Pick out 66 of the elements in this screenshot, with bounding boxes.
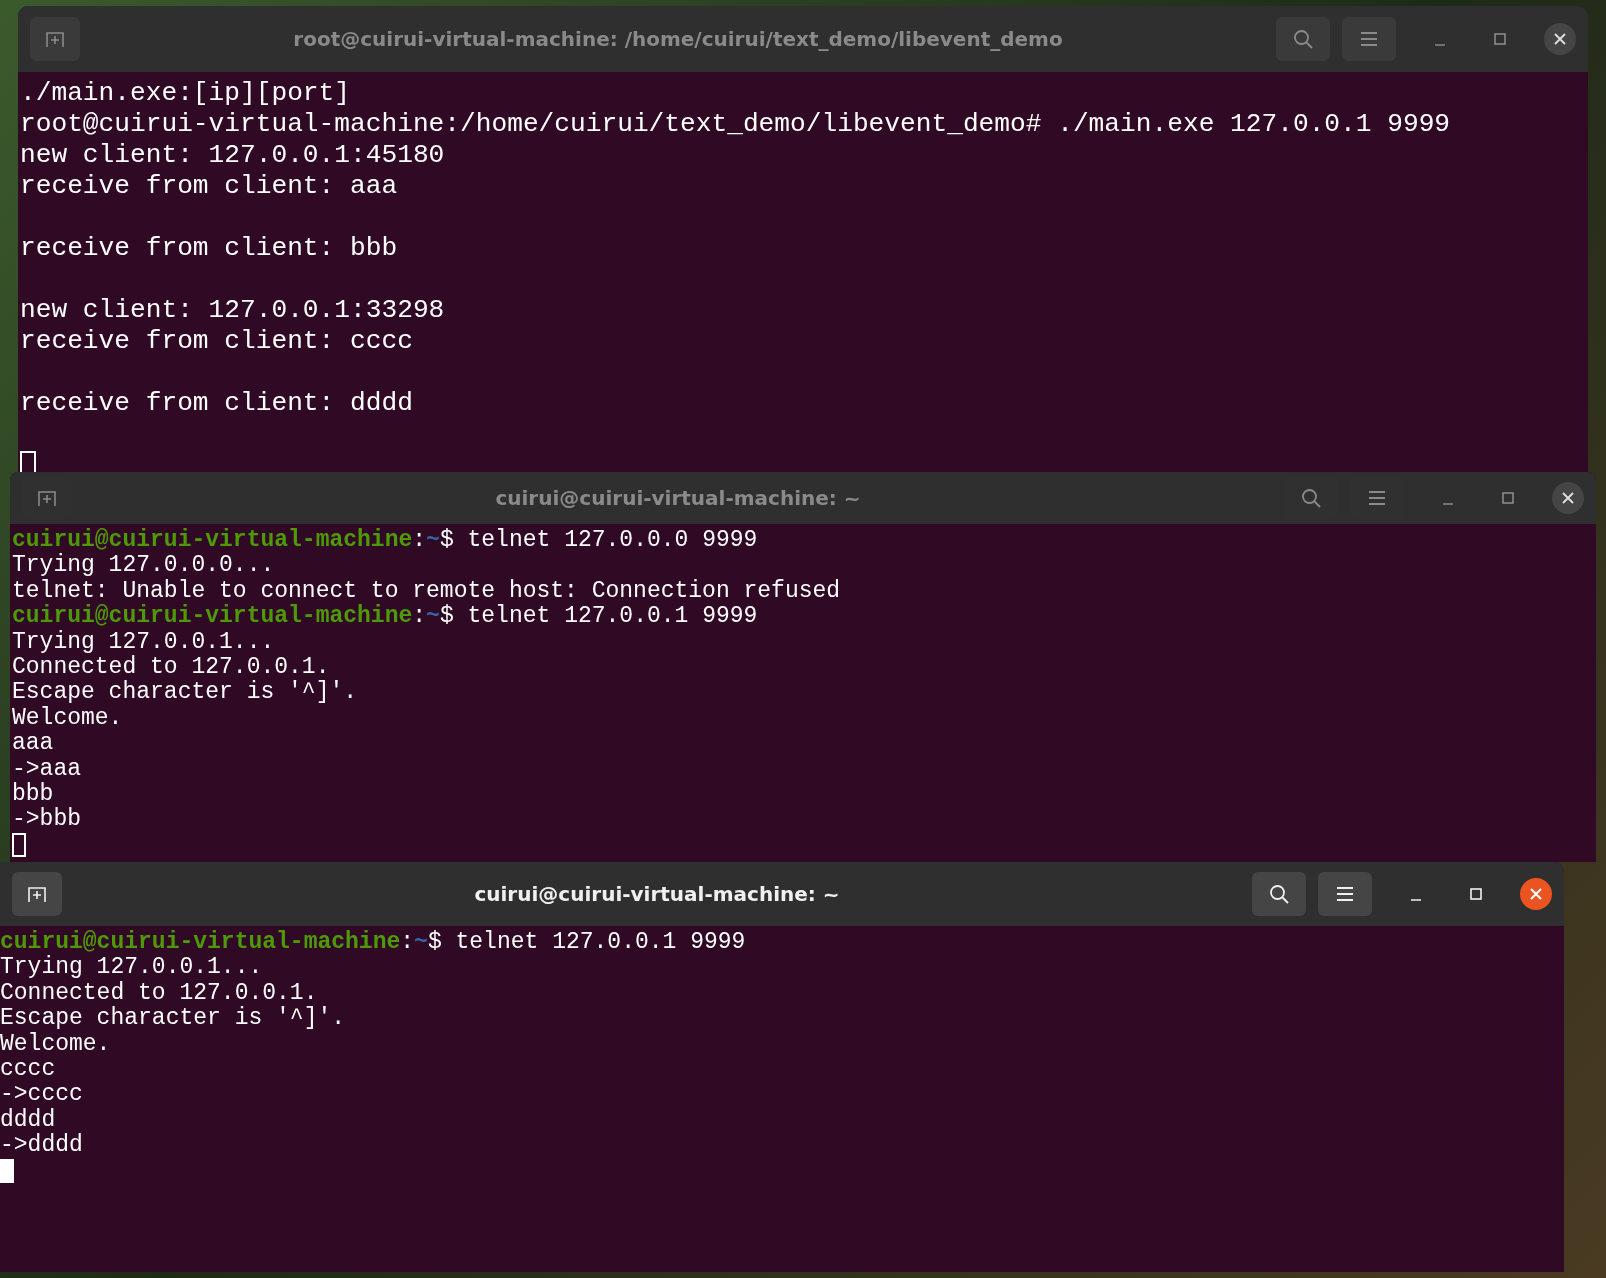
prompt-separator: : <box>400 929 415 955</box>
output-line: Connected to 127.0.0.1. <box>0 980 319 1006</box>
output-line: Escape character is '^]'. <box>0 1006 347 1032</box>
output-line: ->aaa <box>12 756 82 782</box>
close-icon <box>1553 32 1567 46</box>
close-icon <box>1561 491 1575 505</box>
output-line: new client: 127.0.0.1:33298 <box>20 295 446 326</box>
menu-button[interactable] <box>1318 872 1372 916</box>
output-line: bbb <box>12 782 54 808</box>
output-line: Welcome. <box>0 1031 112 1058</box>
menu-icon <box>1359 31 1379 47</box>
output-line: Trying 127.0.0.0... <box>12 553 276 579</box>
close-icon <box>1529 887 1543 901</box>
window-title: root@cuirui-virtual-machine: /home/cuirui/text_demo/libevent_demo <box>292 27 1064 51</box>
prompt-path: ~ <box>426 603 440 630</box>
output-line: Connected to 127.0.0.1. <box>12 655 330 681</box>
output-line: cccc <box>0 1057 57 1083</box>
output-line: ->bbb <box>12 807 82 833</box>
new-tab-icon <box>26 885 48 903</box>
menu-icon <box>1367 490 1387 506</box>
minimize-icon <box>1411 899 1421 901</box>
output-line: telnet: Unable to connect to remote host: Connection refused <box>12 578 842 604</box>
maximize-icon <box>1501 491 1515 505</box>
window-title: cuirui@cuirui-virtual-machine: ~ <box>473 882 841 906</box>
output-line: ./main.exe:[ip][port] <box>20 78 352 109</box>
output-line: Trying 127.0.0.1... <box>0 955 264 981</box>
output-line: receive from client: bbb <box>20 233 399 264</box>
prompt-user-host: cuirui@cuirui-virtual-machine <box>0 929 401 955</box>
search-button[interactable] <box>1252 872 1306 916</box>
prompt-separator: : <box>412 527 427 553</box>
output-line: receive from client: aaa <box>20 171 399 202</box>
output-line: ->cccc <box>0 1082 84 1108</box>
output-line: receive from client: dddd <box>20 388 414 419</box>
output-line: ->dddd <box>0 1133 84 1159</box>
close-button[interactable] <box>1520 878 1552 910</box>
output-line: Trying 127.0.0.1... <box>12 629 276 655</box>
output-line: receive from client: cccc <box>20 326 414 357</box>
output-line: Escape character is '^]'. <box>12 680 359 706</box>
prompt-user-host: cuirui@cuirui-virtual-machine <box>12 603 413 630</box>
new-tab-icon <box>44 30 66 48</box>
window-title: cuirui@cuirui-virtual-machine: ~ <box>494 486 862 510</box>
menu-icon <box>1335 886 1355 902</box>
output-line: dddd <box>0 1107 57 1133</box>
prompt-symbol: $ <box>439 603 454 630</box>
maximize-icon <box>1493 32 1507 46</box>
search-icon <box>1292 28 1314 50</box>
search-icon <box>1300 487 1322 509</box>
prompt-path: ~ <box>426 527 440 553</box>
output-line: root@cuirui-virtual-machine:/home/cuirui/text_demo/libevent_demo# ./main.exe 127.0.0.1 9999 <box>20 109 1452 140</box>
output-line: aaa <box>12 731 55 757</box>
command-text: telnet 127.0.0.1 9999 <box>467 603 758 630</box>
prompt-path: ~ <box>414 929 428 955</box>
command-text: telnet 127.0.0.1 9999 <box>455 929 746 955</box>
output-line: new client: 127.0.0.1:45180 <box>20 140 446 171</box>
prompt-separator: : <box>412 603 427 630</box>
prompt-symbol: $ <box>439 527 454 553</box>
minimize-icon <box>1435 44 1445 46</box>
new-tab-icon <box>36 489 58 507</box>
prompt-symbol: $ <box>427 929 442 955</box>
search-icon <box>1268 883 1290 905</box>
prompt-user-host: cuirui@cuirui-virtual-machine <box>12 527 413 553</box>
minimize-icon <box>1443 503 1453 505</box>
output-line: Welcome. <box>12 705 124 732</box>
new-tab-button[interactable] <box>12 872 62 916</box>
maximize-icon <box>1469 887 1483 901</box>
command-text: telnet 127.0.0.0 9999 <box>467 527 758 553</box>
